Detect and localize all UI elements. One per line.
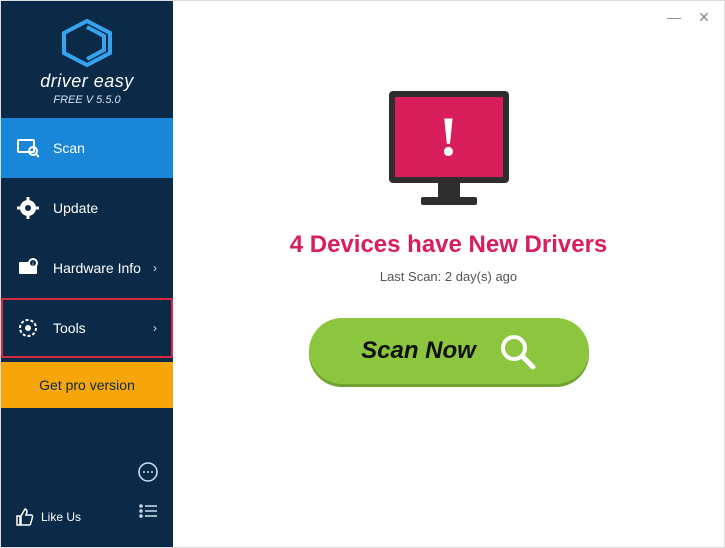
window-controls: — ✕ bbox=[666, 9, 712, 25]
logo-area: driver easy FREE V 5.5.0 bbox=[1, 1, 173, 118]
gear-icon bbox=[17, 197, 39, 219]
close-button[interactable]: ✕ bbox=[696, 9, 712, 25]
scan-icon bbox=[17, 137, 39, 159]
nav-label: Scan bbox=[53, 140, 157, 156]
app-root: driver easy FREE V 5.5.0 Scan Update i bbox=[0, 0, 725, 548]
sidebar-item-update[interactable]: Update bbox=[1, 178, 173, 238]
svg-text:i: i bbox=[32, 262, 33, 268]
hardware-icon: i bbox=[17, 257, 39, 279]
scan-content: ! 4 Devices have New Drivers Last Scan: … bbox=[173, 1, 724, 384]
monitor-screen: ! bbox=[389, 91, 509, 183]
monitor-base bbox=[421, 197, 477, 205]
thumbs-up-icon bbox=[15, 507, 35, 527]
monitor-graphic: ! bbox=[389, 91, 509, 205]
sidebar-bottom: Like Us bbox=[1, 451, 173, 547]
menu-icon[interactable] bbox=[137, 500, 159, 527]
exclamation-icon: ! bbox=[439, 105, 458, 169]
chevron-right-icon: › bbox=[153, 321, 157, 335]
nav-label: Update bbox=[53, 200, 157, 216]
like-label: Like Us bbox=[41, 510, 81, 524]
sidebar-item-hardware-info[interactable]: i Hardware Info › bbox=[1, 238, 173, 298]
main-panel: — ✕ ! 4 Devices have New Drivers Last Sc… bbox=[173, 1, 724, 547]
chevron-right-icon: › bbox=[153, 261, 157, 275]
version-label: FREE V 5.5.0 bbox=[1, 94, 173, 106]
sidebar-item-scan[interactable]: Scan bbox=[1, 118, 173, 178]
nav-label: Hardware Info bbox=[53, 260, 153, 276]
brand-name: driver easy bbox=[1, 71, 173, 92]
logo-icon bbox=[60, 19, 114, 67]
pro-label: Get pro version bbox=[39, 377, 135, 393]
last-scan-text: Last Scan: 2 day(s) ago bbox=[380, 269, 517, 284]
minimize-button[interactable]: — bbox=[666, 9, 682, 25]
sidebar: driver easy FREE V 5.5.0 Scan Update i bbox=[1, 1, 173, 547]
scan-button-label: Scan Now bbox=[361, 337, 476, 365]
monitor-neck bbox=[438, 183, 460, 197]
like-us-button[interactable]: Like Us bbox=[15, 507, 81, 527]
get-pro-button[interactable]: Get pro version bbox=[1, 362, 173, 408]
nav: Scan Update i Hardware Info › Tools bbox=[1, 118, 173, 408]
search-icon bbox=[498, 332, 536, 370]
headline-text: 4 Devices have New Drivers bbox=[290, 231, 608, 259]
scan-now-button[interactable]: Scan Now bbox=[309, 318, 589, 384]
nav-label: Tools bbox=[53, 320, 153, 336]
bottom-icons bbox=[137, 461, 159, 527]
tools-icon bbox=[17, 317, 39, 339]
feedback-icon[interactable] bbox=[137, 461, 159, 488]
sidebar-item-tools[interactable]: Tools › bbox=[1, 298, 173, 358]
